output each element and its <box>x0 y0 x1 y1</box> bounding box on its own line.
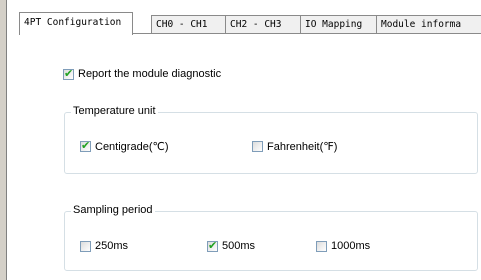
check-icon: ✔ <box>64 66 74 80</box>
fahrenheit-label: Fahrenheit(℉) <box>267 141 338 153</box>
fahrenheit-checkbox[interactable]: Fahrenheit(℉) <box>252 140 337 153</box>
sampling-1000ms-label: 1000ms <box>331 240 371 252</box>
checkbox-box[interactable]: ✔ <box>207 238 218 252</box>
tab-4pt-configuration[interactable]: 4PT Configuration <box>19 12 133 35</box>
tab-label: Module informa <box>381 19 462 30</box>
centigrade-label: Centigrade(℃) <box>95 141 169 153</box>
checkbox-box[interactable]: ✔ <box>63 66 74 80</box>
tab-label: 4PT Configuration <box>24 17 122 28</box>
window-left-edge <box>6 0 7 280</box>
tab-label: CH0 - CH1 <box>156 19 208 30</box>
check-icon: ✔ <box>208 238 218 252</box>
checkbox-box[interactable]: ✔ <box>80 139 91 152</box>
sampling-period-title: Sampling period <box>71 204 155 216</box>
checkbox-box[interactable] <box>316 240 327 252</box>
checkbox-box[interactable] <box>80 240 91 252</box>
tab-label: IO Mapping <box>305 19 363 30</box>
sampling-1000ms-checkbox[interactable]: 1000ms <box>316 240 370 252</box>
sampling-250ms-label: 250ms <box>95 240 129 252</box>
tab-label: CH2 - CH3 <box>230 19 282 30</box>
report-diagnostic-label: Report the module diagnostic <box>78 68 222 80</box>
centigrade-checkbox[interactable]: ✔ Centigrade(℃) <box>80 139 169 153</box>
tab-strip: 4PT Configuration CH0 - CH1 CH2 - CH3 IO… <box>19 12 481 35</box>
check-icon: ✔ <box>81 139 91 152</box>
tab-io-mapping[interactable]: IO Mapping <box>300 15 377 34</box>
checkbox-box[interactable] <box>252 141 263 152</box>
tab-module-information[interactable]: Module informa <box>376 15 481 34</box>
tab-ch0-ch1[interactable]: CH0 - CH1 <box>151 15 226 34</box>
sampling-500ms-label: 500ms <box>222 240 256 252</box>
sampling-250ms-checkbox[interactable]: 250ms <box>80 240 128 252</box>
tab-ch2-ch3[interactable]: CH2 - CH3 <box>225 15 301 34</box>
temperature-unit-title: Temperature unit <box>71 105 158 117</box>
report-diagnostic-checkbox[interactable]: ✔ Report the module diagnostic <box>63 66 222 80</box>
module-config-window: 4PT Configuration CH0 - CH1 CH2 - CH3 IO… <box>0 0 481 280</box>
sampling-500ms-checkbox[interactable]: ✔ 500ms <box>207 238 256 252</box>
